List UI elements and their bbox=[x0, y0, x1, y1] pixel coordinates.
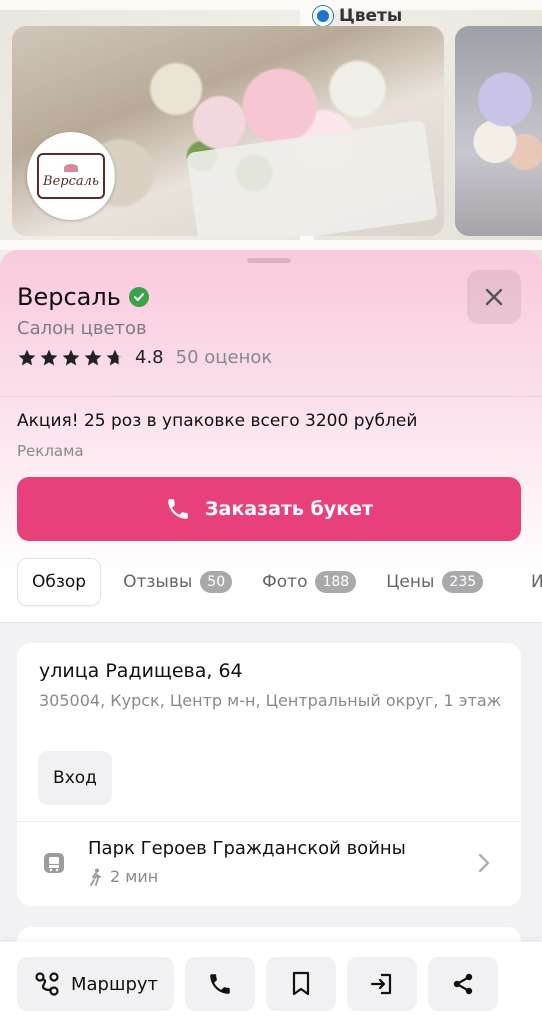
login-icon bbox=[370, 973, 392, 995]
business-logo: Версаль bbox=[27, 132, 115, 220]
business-title: Версаль bbox=[17, 283, 121, 311]
map-background[interactable]: Цветы Версаль bbox=[0, 0, 542, 270]
star-icon bbox=[18, 349, 36, 365]
address-street[interactable]: улица Радищева, 64 bbox=[39, 660, 243, 682]
tab-label: Цены bbox=[386, 572, 435, 592]
share-button[interactable] bbox=[428, 957, 498, 1011]
star-icon bbox=[84, 349, 102, 365]
divider bbox=[0, 396, 542, 397]
map-pin-label: Цветы bbox=[339, 6, 403, 26]
tab-info-clipped[interactable]: И bbox=[531, 558, 542, 606]
chevron-right-icon bbox=[478, 853, 490, 873]
location-pin-icon bbox=[313, 6, 333, 26]
transit-stop-name: Парк Героев Гражданской войны bbox=[88, 838, 406, 859]
title-row: Версаль bbox=[17, 283, 149, 311]
promo-text[interactable]: Акция! 25 роз в упаковке всего 3200 рубл… bbox=[17, 411, 417, 431]
call-button[interactable] bbox=[185, 957, 255, 1011]
business-category: Салон цветов bbox=[17, 318, 147, 339]
business-photo-secondary[interactable] bbox=[455, 26, 542, 236]
logo-text: Версаль bbox=[43, 173, 99, 189]
rating-row[interactable]: 4.8 50 оценок bbox=[17, 347, 272, 368]
phone-icon bbox=[210, 974, 230, 994]
count-badge: 188 bbox=[315, 571, 357, 593]
count-badge: 50 bbox=[200, 571, 233, 593]
verified-badge-icon bbox=[128, 287, 149, 307]
bookmark-button[interactable] bbox=[266, 957, 336, 1011]
count-badge: 235 bbox=[442, 571, 484, 593]
star-icon bbox=[62, 349, 80, 365]
rating-value: 4.8 bbox=[135, 347, 164, 368]
tab-prices[interactable]: Цены 235 bbox=[386, 558, 484, 606]
rating-stars bbox=[17, 348, 125, 368]
close-button[interactable] bbox=[467, 270, 521, 324]
rating-count: 50 оценок bbox=[175, 347, 273, 368]
tab-photos[interactable]: Фото 188 bbox=[262, 558, 357, 606]
transit-stop-row[interactable]: Парк Героев Гражданской войны 2 мин bbox=[17, 822, 521, 906]
bookmark-icon bbox=[292, 971, 310, 996]
bus-stop-icon bbox=[44, 853, 64, 873]
star-icon bbox=[40, 349, 58, 365]
flower-icon bbox=[64, 163, 78, 172]
route-icon bbox=[35, 972, 59, 996]
tab-reviews[interactable]: Отзывы 50 bbox=[123, 558, 233, 606]
order-bouquet-button[interactable]: Заказать букет bbox=[17, 477, 521, 541]
tab-label: Отзывы bbox=[123, 572, 193, 592]
bottom-action-bar: Маршрут bbox=[0, 942, 542, 1024]
entrance-label: Вход bbox=[53, 768, 97, 788]
route-label: Маршрут bbox=[70, 973, 159, 995]
walk-time: 2 мин bbox=[110, 867, 159, 886]
walk-time-row: 2 мин bbox=[88, 867, 158, 886]
walking-icon bbox=[90, 868, 101, 886]
route-button[interactable]: Маршрут bbox=[17, 957, 174, 1011]
map-pin[interactable]: Цветы bbox=[313, 6, 402, 26]
phone-icon bbox=[168, 499, 188, 519]
close-icon bbox=[485, 288, 503, 306]
tab-overview[interactable]: Обзор bbox=[17, 558, 102, 606]
address-full: 305004, Курск, Центр м-н, Центральный ок… bbox=[39, 691, 502, 710]
share-icon bbox=[453, 973, 473, 995]
order-bouquet-label: Заказать букет bbox=[205, 498, 373, 520]
address-card: улица Радищева, 64 305004, Курск, Центр … bbox=[17, 643, 521, 906]
ad-label: Реклама bbox=[17, 442, 84, 460]
business-card: Версаль Салон цветов 4.8 50 оценок Акция… bbox=[0, 250, 542, 1024]
tab-label: Фото bbox=[262, 572, 308, 592]
sheet-grabber[interactable] bbox=[247, 258, 291, 263]
tab-label: И bbox=[531, 572, 542, 592]
star-half-icon bbox=[106, 349, 124, 365]
entrance-button[interactable]: Вход bbox=[38, 751, 112, 805]
tab-label: Обзор bbox=[32, 572, 87, 592]
tab-bar: Обзор Отзывы 50 Фото 188 Цены 235 bbox=[17, 558, 513, 606]
enter-button[interactable] bbox=[347, 957, 417, 1011]
